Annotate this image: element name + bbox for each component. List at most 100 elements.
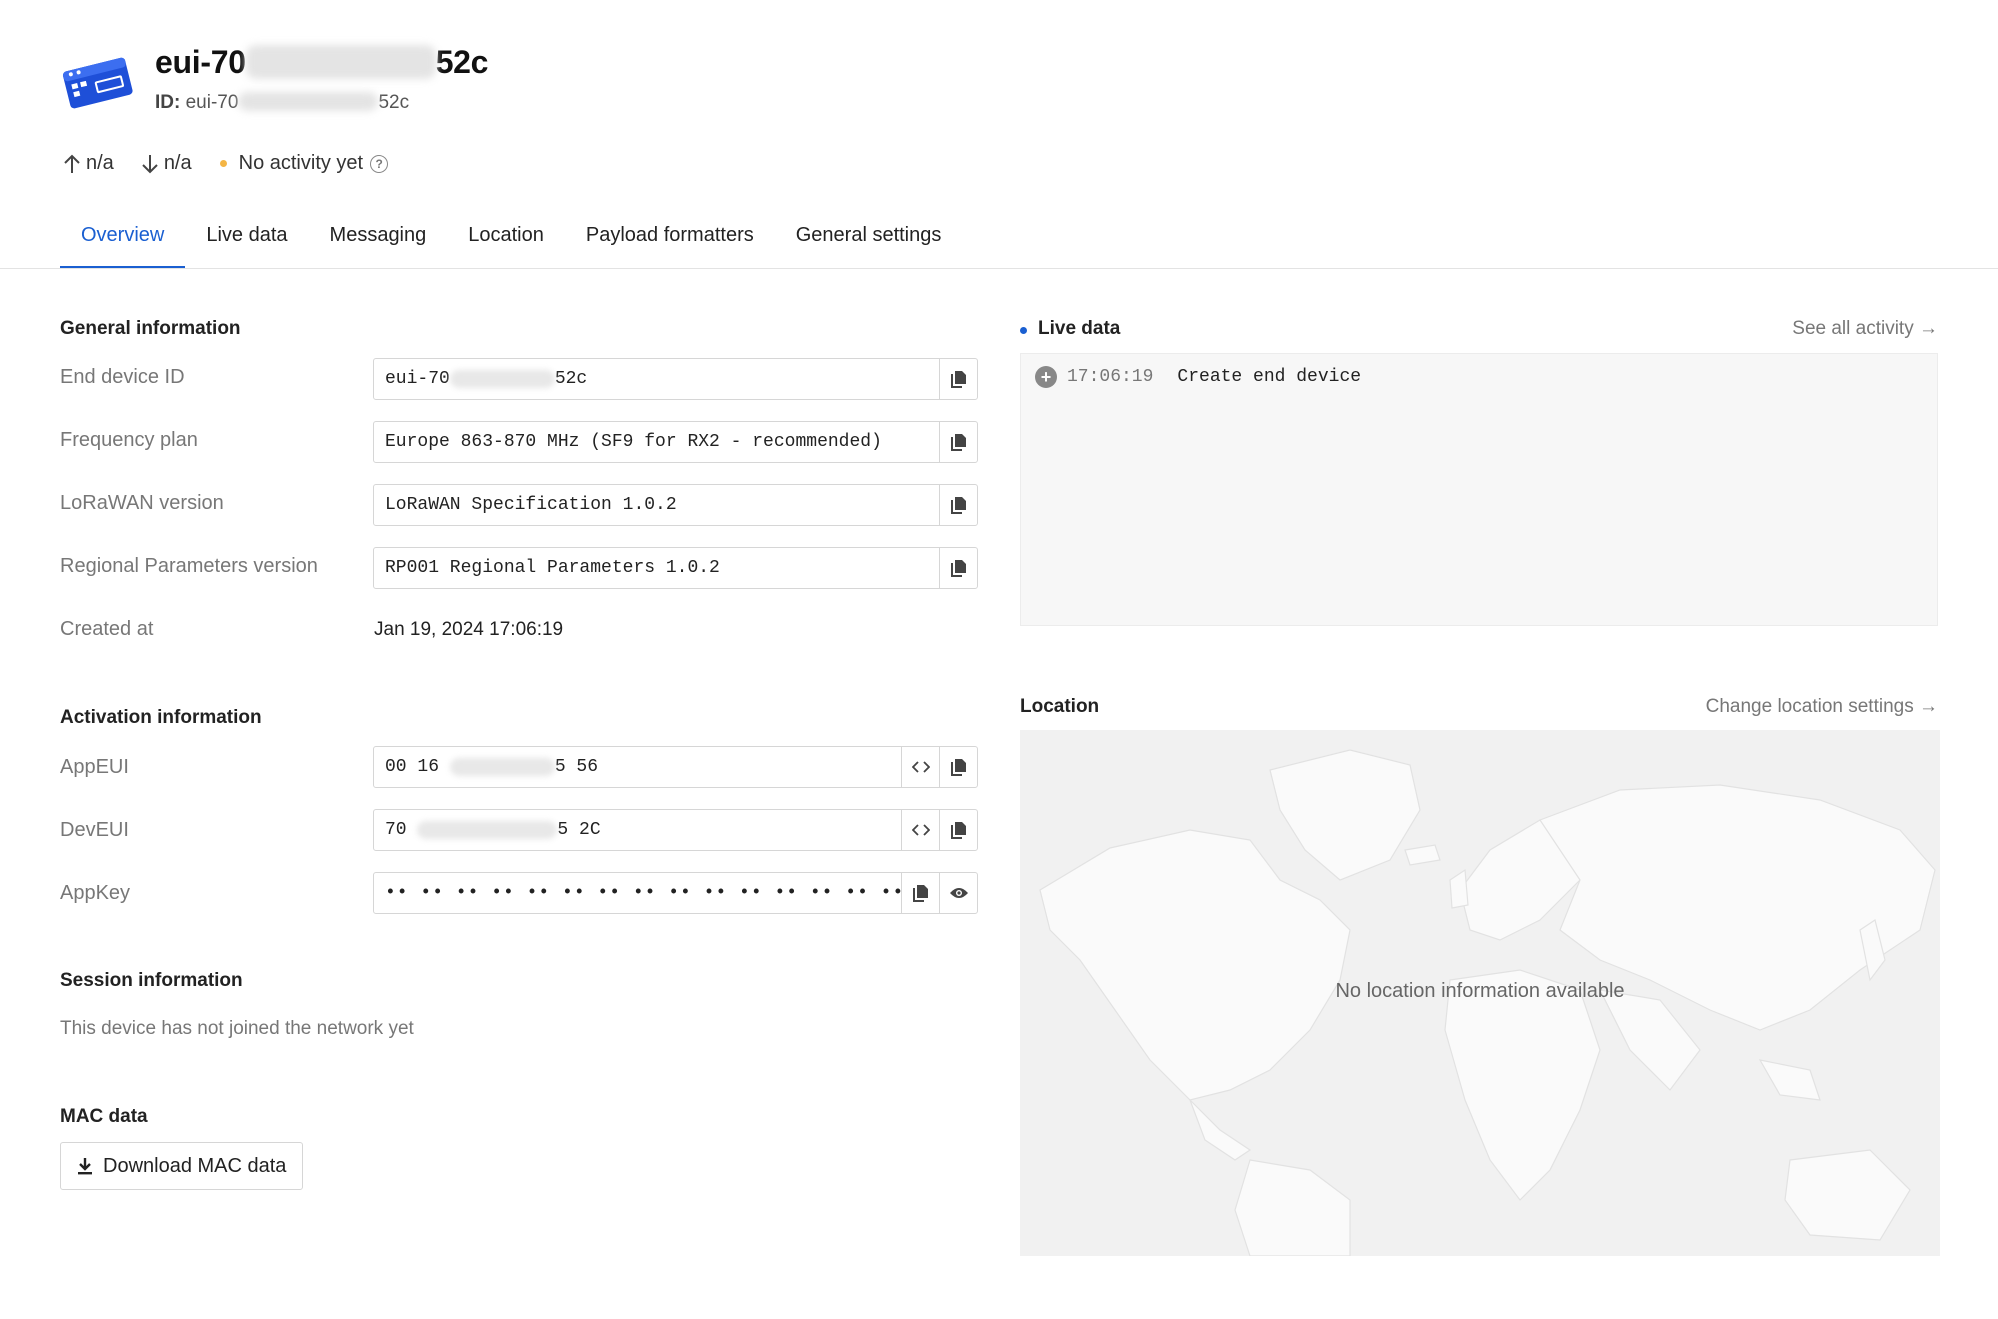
- appeui-prefix: 00 16: [385, 757, 440, 777]
- id-prefix: eui-70: [185, 92, 239, 113]
- session-status-text: This device has not joined the network y…: [60, 1018, 414, 1039]
- tab-bar: Overview Live data Messaging Location Pa…: [60, 210, 962, 269]
- mac-data-heading: MAC data: [60, 1106, 148, 1127]
- copy-button[interactable]: [939, 548, 977, 588]
- lorawan-version-label: LoRaWAN version: [60, 492, 224, 514]
- deveui-field: 70 5 2C: [373, 809, 978, 851]
- show-key-button[interactable]: [939, 873, 977, 913]
- copy-icon: [950, 434, 966, 451]
- copy-button[interactable]: [939, 359, 977, 399]
- frequency-plan-label: Frequency plan: [60, 429, 198, 451]
- tab-general-settings[interactable]: General settings: [775, 210, 963, 269]
- id-label: ID:: [155, 92, 181, 113]
- copy-icon: [950, 497, 966, 514]
- code-icon: [911, 761, 930, 773]
- appeui-suffix: 5 56: [554, 757, 599, 777]
- copy-button[interactable]: [939, 810, 977, 850]
- copy-button[interactable]: [939, 747, 977, 787]
- activity-status: No activity yet: [238, 152, 364, 174]
- uplink-stat: n/a: [62, 152, 114, 175]
- tab-live-data[interactable]: Live data: [185, 210, 308, 269]
- end-device-id-value[interactable]: eui-70 52c: [374, 359, 939, 399]
- appkey-value[interactable]: •• •• •• •• •• •• •• •• •• •• •• •• •• •…: [374, 873, 901, 913]
- tab-location[interactable]: Location: [447, 210, 565, 269]
- tabs-divider: [0, 268, 1998, 269]
- copy-icon: [950, 371, 966, 388]
- appkey-field: •• •• •• •• •• •• •• •• •• •• •• •• •• •…: [373, 872, 978, 914]
- device-icon: [60, 54, 136, 114]
- uplink-value: n/a: [86, 152, 114, 174]
- event-row[interactable]: + 17:06:19 Create end device: [1035, 366, 1361, 388]
- download-mac-data-label: Download MAC data: [103, 1154, 287, 1177]
- redacted-region: [245, 45, 436, 79]
- copy-icon: [950, 822, 966, 839]
- deveui-value[interactable]: 70 5 2C: [374, 810, 901, 850]
- copy-icon: [912, 885, 928, 902]
- see-all-activity-link[interactable]: See all activity →: [1792, 318, 1938, 340]
- end-device-id-suffix: 52c: [554, 369, 588, 389]
- created-at-value: Jan 19, 2024 17:06:19: [374, 619, 564, 640]
- event-time: 17:06:19: [1067, 367, 1154, 387]
- session-info-heading: Session information: [60, 970, 243, 991]
- device-stats: n/a n/a No activity yet ?: [62, 152, 389, 175]
- id-suffix: 52c: [378, 92, 410, 113]
- appeui-label: AppEUI: [60, 756, 129, 778]
- location-map[interactable]: No location information available: [1020, 730, 1940, 1256]
- device-title: eui-70 52c: [155, 44, 488, 81]
- deveui-prefix: 70: [385, 820, 407, 840]
- event-message: Create end device: [1177, 367, 1362, 387]
- deveui-label: DevEUI: [60, 819, 129, 841]
- deveui-suffix: 5 2C: [557, 820, 601, 840]
- copy-button[interactable]: [939, 485, 977, 525]
- arrow-up-icon: [64, 154, 80, 173]
- device-id: ID: eui-70 52c: [155, 92, 409, 114]
- tab-overview[interactable]: Overview: [60, 210, 186, 269]
- regional-params-value[interactable]: RP001 Regional Parameters 1.0.2: [374, 548, 939, 588]
- tab-messaging[interactable]: Messaging: [309, 210, 448, 269]
- lorawan-version-field: LoRaWAN Specification 1.0.2: [373, 484, 978, 526]
- arrow-down-icon: [142, 154, 158, 173]
- activation-info-heading: Activation information: [60, 707, 262, 728]
- copy-button[interactable]: [939, 422, 977, 462]
- change-location-settings-link[interactable]: Change location settings →: [1706, 696, 1938, 718]
- live-data-panel: + 17:06:19 Create end device: [1020, 353, 1938, 626]
- end-device-id-field: eui-70 52c: [373, 358, 978, 400]
- appeui-value[interactable]: 00 16 5 56: [374, 747, 901, 787]
- downlink-stat: n/a: [140, 152, 192, 175]
- general-info-heading: General information: [60, 318, 241, 339]
- frequency-plan-field: Europe 863-870 MHz (SF9 for RX2 - recomm…: [373, 421, 978, 463]
- copy-icon: [950, 560, 966, 577]
- status-dot: [219, 160, 227, 167]
- downlink-value: n/a: [163, 152, 192, 174]
- toggle-format-button[interactable]: [901, 747, 939, 787]
- download-mac-data-button[interactable]: Download MAC data: [60, 1142, 304, 1190]
- location-heading: Location: [1020, 696, 1100, 717]
- create-event-icon: +: [1035, 366, 1057, 388]
- eye-icon: [949, 888, 968, 898]
- redacted-region: [449, 370, 555, 388]
- no-location-message: No location information available: [1335, 980, 1625, 1002]
- frequency-plan-value[interactable]: Europe 863-870 MHz (SF9 for RX2 - recomm…: [374, 422, 939, 462]
- title-suffix: 52c: [435, 44, 489, 80]
- help-icon[interactable]: ?: [370, 154, 389, 173]
- end-device-id-prefix: eui-70: [385, 369, 450, 389]
- live-indicator-dot: [1020, 327, 1027, 334]
- end-device-id-label: End device ID: [60, 366, 185, 388]
- toggle-format-button[interactable]: [901, 810, 939, 850]
- appkey-label: AppKey: [60, 882, 131, 904]
- created-at-label: Created at: [60, 618, 154, 640]
- copy-icon: [950, 759, 966, 776]
- lorawan-version-value[interactable]: LoRaWAN Specification 1.0.2: [374, 485, 939, 525]
- redacted-region: [238, 92, 379, 111]
- tab-payload-formatters[interactable]: Payload formatters: [565, 210, 775, 269]
- redacted-region: [449, 758, 555, 776]
- appeui-field: 00 16 5 56: [373, 746, 978, 788]
- download-icon: [78, 1158, 92, 1175]
- regional-params-field: RP001 Regional Parameters 1.0.2: [373, 547, 978, 589]
- copy-button[interactable]: [901, 873, 939, 913]
- code-icon: [911, 824, 930, 836]
- live-data-heading: Live data: [1038, 318, 1121, 339]
- regional-params-label: Regional Parameters version: [60, 555, 318, 577]
- title-prefix: eui-70: [155, 44, 246, 80]
- redacted-region: [417, 821, 558, 839]
